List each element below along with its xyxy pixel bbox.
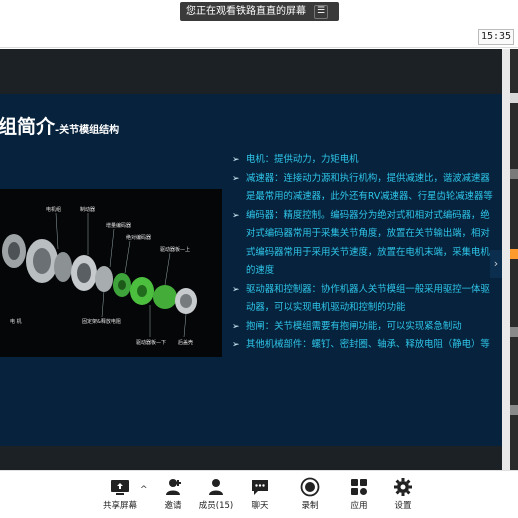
image-label-4: 绝对编码器 (126, 234, 151, 241)
share-screen-button[interactable]: 共享屏幕 (100, 477, 140, 511)
bullet-brake: ➢ 抱闸：关节模组需要有抱闸功能，可以实现紧急制动 (232, 318, 494, 337)
bullet-motor: ➢ 电机：提供动力，力矩电机 (232, 151, 494, 170)
image-label-2: 制动器 (80, 206, 95, 213)
screen-share-notice: 您正在观看铁路直直的屏幕 ☰ (180, 2, 339, 21)
invite-button[interactable]: 邀请 (158, 477, 188, 511)
invite-user-icon (166, 479, 181, 495)
image-label-5: 驱动器板—上 (160, 246, 190, 253)
image-label-3: 增量编码器 (106, 222, 131, 229)
video-thumb-edge (510, 405, 518, 415)
video-thumb-edge (510, 327, 518, 337)
chat-button[interactable]: 聊天 (246, 477, 274, 511)
bullet-mechanical: ➢ 其他机械部件：螺钉、密封圈、轴承、释放电阻（静电）等 (232, 336, 494, 355)
video-thumb-edge (510, 93, 518, 103)
members-icon (209, 479, 223, 495)
screen-share-notice-text: 您正在观看铁路直直的屏幕 (186, 6, 306, 17)
video-panel-edge (510, 49, 518, 470)
menu-icon[interactable]: ☰ (314, 4, 328, 19)
meeting-window: { "notice": { "text": "您正在观看铁路直直的屏幕", "m… (0, 0, 518, 518)
bullet-arrow-icon: ➢ (232, 210, 240, 221)
video-thumb-edge (510, 169, 518, 179)
bullet-driver: ➢ 驱动器和控制器：协作机器人关节模组一般采用驱控一体驱动器，可以实现电机驱动和控… (232, 281, 494, 318)
share-screen-icon (111, 480, 129, 495)
bullet-arrow-icon: ➢ (232, 155, 240, 165)
joint-module-exploded-image: 电机组 制动器 增量编码器 绝对编码器 驱动器板—上 电 机 固定架&释放电阻 … (0, 189, 222, 357)
members-button[interactable]: 成员(15) (196, 477, 236, 511)
settings-button[interactable]: 设置 (389, 477, 417, 511)
gear-icon (394, 478, 412, 496)
apps-icon (351, 479, 367, 495)
shared-screen-view: 组简介-关节模组结构 电机组 制动器 增量编码器 绝对编码器 驱动器板—上 电 … (0, 49, 502, 470)
bullet-encoder: ➢ 编码器：精度控制。编码器分为绝对式和相对式编码器，绝对式编码器常用于采集关节角… (232, 207, 494, 281)
bullet-arrow-icon: ➢ (232, 340, 240, 350)
image-label-7: 固定架&释放电阻 (82, 318, 121, 325)
meeting-toolbar: 共享屏幕 ^ 邀请 成员(15) 聊天 录制 应用 设置 (0, 470, 518, 518)
record-icon (300, 477, 320, 497)
video-thumb-edge (510, 249, 518, 259)
meeting-clock: 15:35 (478, 29, 514, 45)
slide-title: 组简介-关节模组结构 (0, 112, 119, 139)
chat-icon (252, 480, 268, 495)
exploded-view-graphic: 电机组 制动器 增量编码器 绝对编码器 驱动器板—上 电 机 固定架&释放电阻 … (0, 189, 222, 357)
presentation-slide: 组简介-关节模组结构 电机组 制动器 增量编码器 绝对编码器 驱动器板—上 电 … (0, 94, 502, 446)
bullet-arrow-icon: ➢ (232, 173, 240, 184)
slide-bullet-list: ➢ 电机：提供动力，力矩电机 ➢ 减速器：连接动力源和执行机构，提供减速比，谐波减速… (232, 151, 494, 355)
image-label-9: 后盖壳 (178, 339, 193, 346)
bullet-arrow-icon: ➢ (232, 321, 240, 332)
image-label-6: 电 机 (10, 318, 22, 325)
bullet-reducer: ➢ 减速器：连接动力源和执行机构，提供减速比，谐波减速器是最常用的减速器，此外还有… (232, 170, 494, 207)
slide-title-main: 组简介 (0, 116, 56, 138)
status-bar: 15:35 (0, 26, 518, 48)
apps-button[interactable]: 应用 (345, 477, 373, 511)
image-label-8: 驱动器板—下 (136, 339, 166, 346)
scrollbar[interactable] (502, 49, 510, 470)
slide-title-sub: -关节模组结构 (55, 125, 120, 136)
bullet-arrow-icon: ➢ (232, 284, 240, 295)
share-options-caret[interactable]: ^ (140, 485, 148, 495)
next-slide-button[interactable]: › (490, 250, 502, 278)
image-label-1: 电机组 (46, 206, 61, 213)
record-button[interactable]: 录制 (296, 477, 324, 511)
